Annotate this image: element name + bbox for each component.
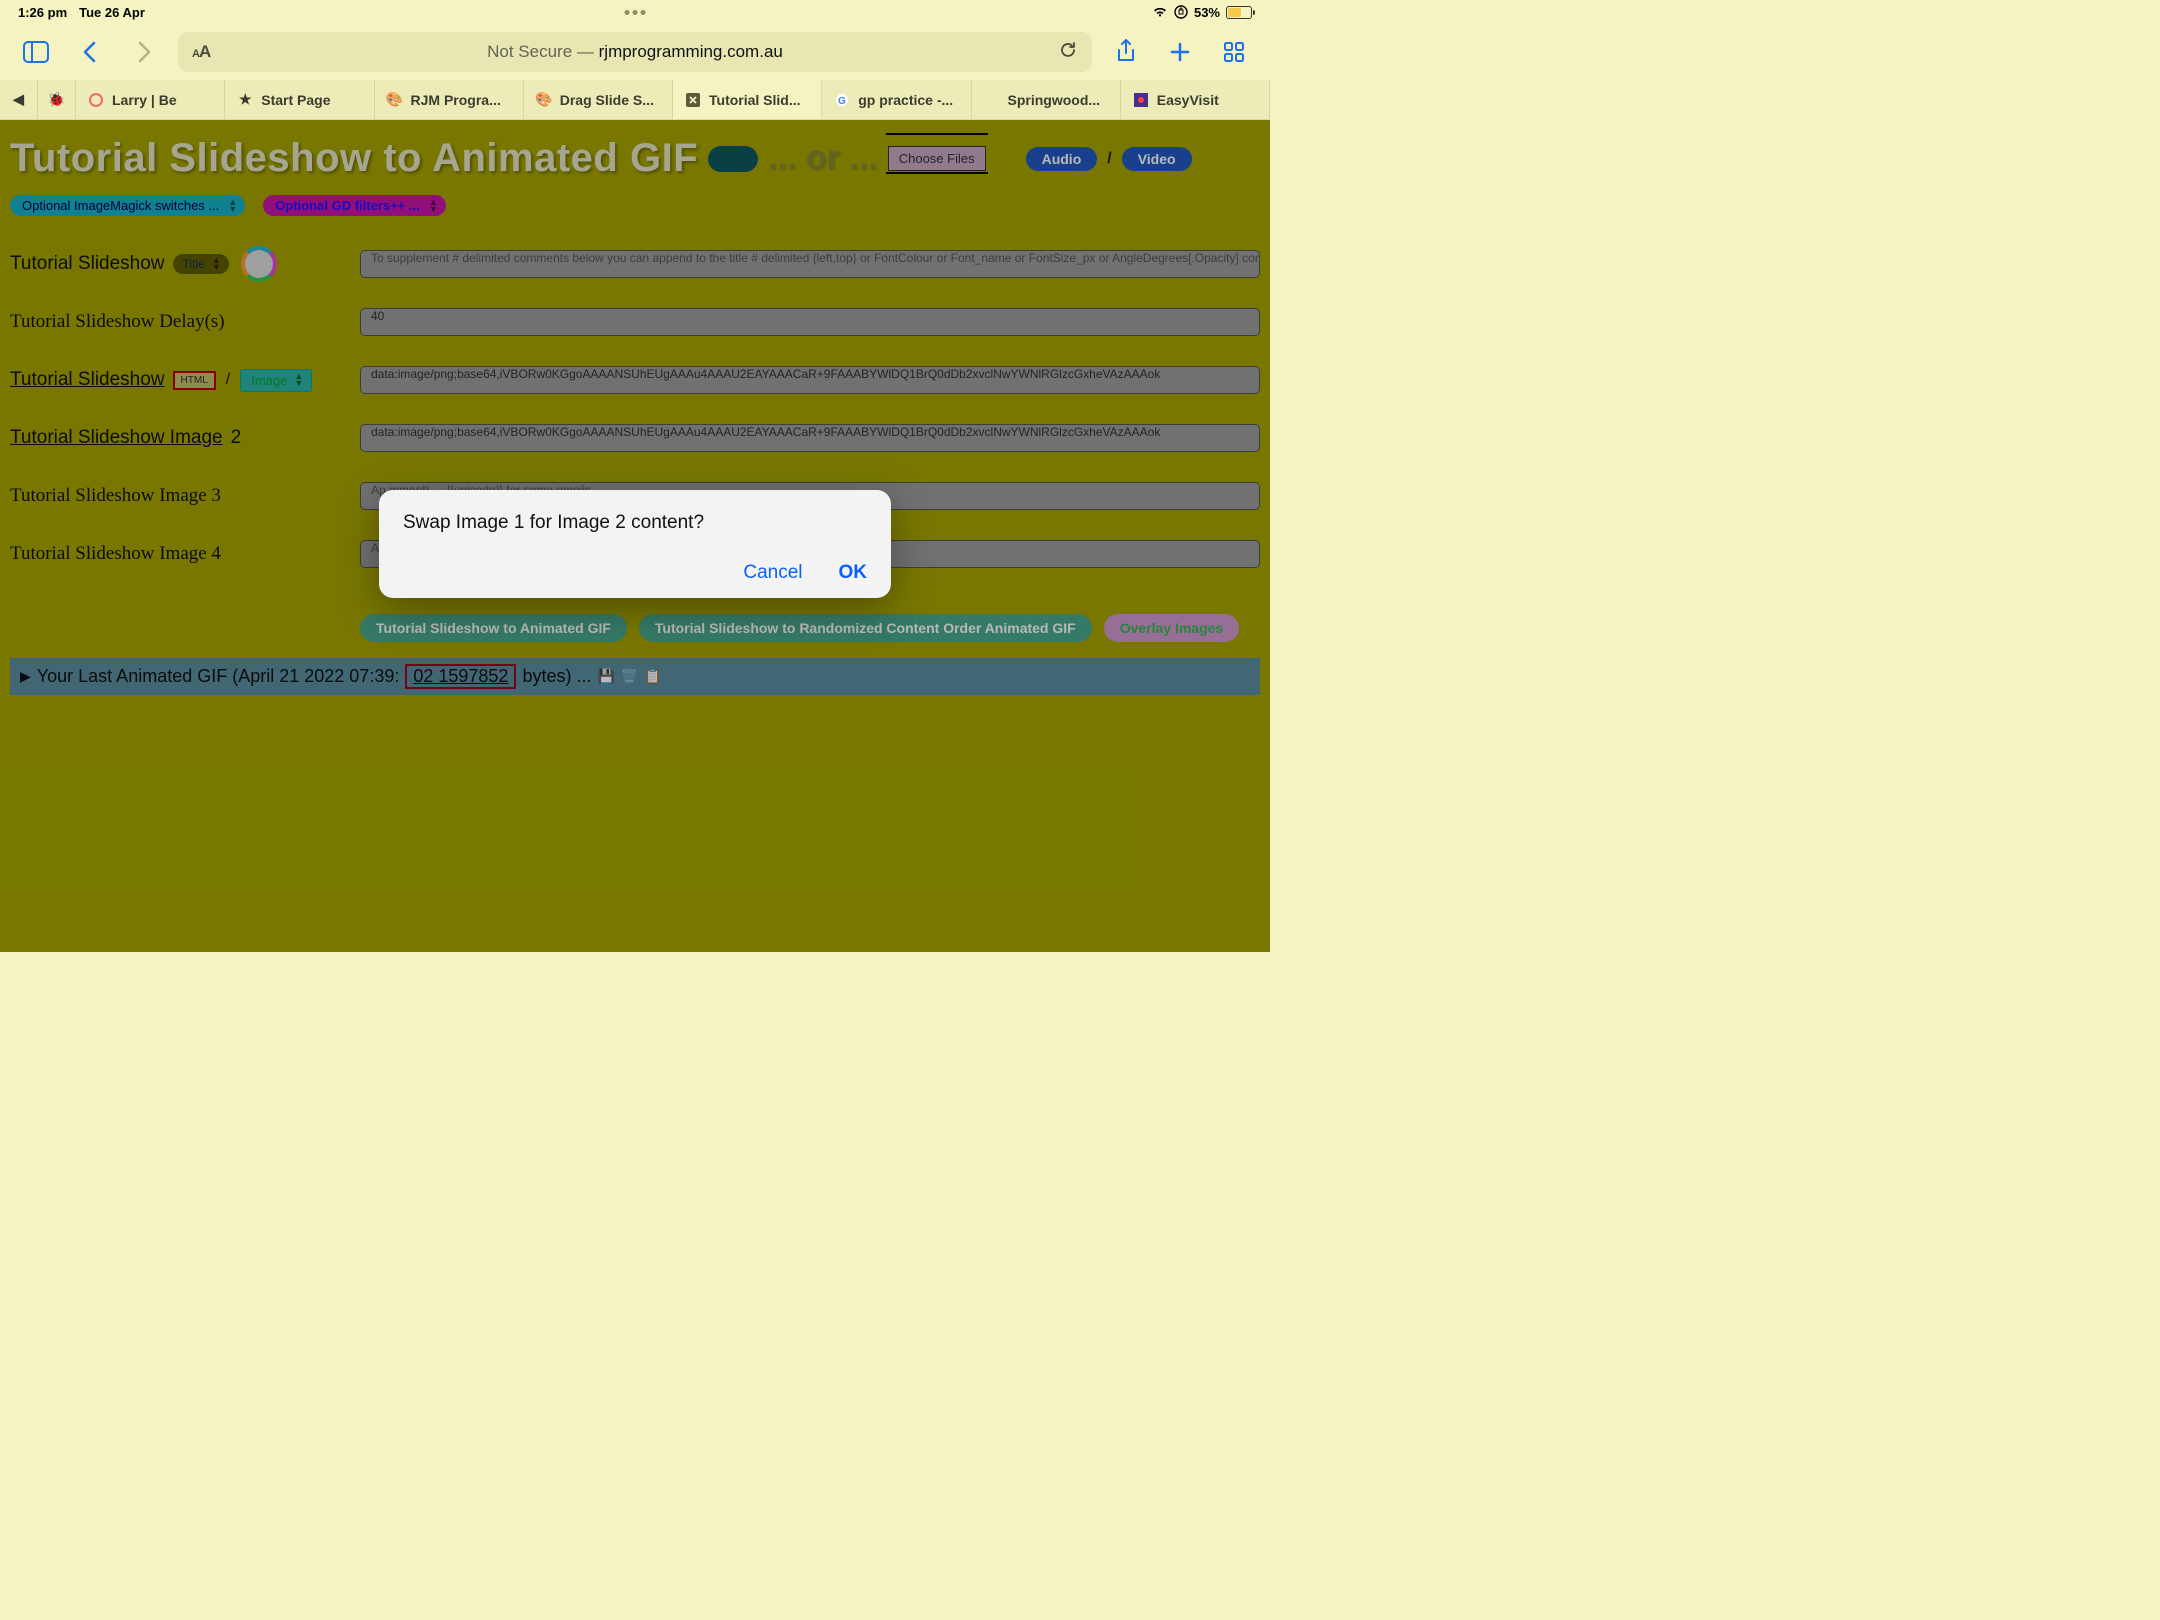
favicon-icon (88, 92, 104, 108)
orientation-lock-icon (1174, 5, 1188, 19)
url-bar[interactable]: AA Not Secure — rjmprogramming.com.au (178, 32, 1092, 72)
tab-item[interactable]: 🎨Drag Slide S... (524, 80, 673, 119)
tab-item-active[interactable]: Tutorial Slid... (673, 80, 822, 119)
cancel-button[interactable]: Cancel (743, 562, 802, 584)
tabs-overview-icon[interactable] (1214, 32, 1254, 72)
favicon-icon: 🎨 (387, 92, 403, 108)
tab-item[interactable]: ◀ (0, 80, 38, 119)
close-icon[interactable] (685, 92, 701, 108)
wifi-icon (1152, 6, 1168, 18)
star-icon: ★ (237, 92, 253, 108)
google-icon: G (834, 92, 850, 108)
battery-percent: 53% (1194, 5, 1220, 20)
new-tab-icon[interactable] (1160, 32, 1200, 72)
tab-strip: ◀ 🐞 Larry | Be ★Start Page 🎨RJM Progra..… (0, 80, 1270, 120)
apple-icon (984, 92, 1000, 108)
status-time: 1:26 pm (18, 5, 67, 20)
browser-toolbar: AA Not Secure — rjmprogramming.com.au (0, 24, 1270, 80)
tab-item[interactable]: 🐞 (38, 80, 76, 119)
favicon-icon: 🎨 (536, 92, 552, 108)
back-button[interactable] (70, 32, 110, 72)
ok-button[interactable]: OK (839, 562, 868, 584)
tab-item[interactable]: 🎨RJM Progra... (375, 80, 524, 119)
tab-item[interactable]: EasyVisit (1121, 80, 1270, 119)
sidebar-toggle-icon[interactable] (16, 32, 56, 72)
multitask-dots[interactable] (625, 10, 646, 15)
svg-text:G: G (838, 96, 846, 107)
tab-item[interactable]: Larry | Be (76, 80, 225, 119)
url-text: Not Secure — rjmprogramming.com.au (487, 42, 783, 62)
confirm-dialog: Swap Image 1 for Image 2 content? Cancel… (379, 490, 891, 598)
reload-icon[interactable] (1058, 40, 1078, 65)
dialog-message: Swap Image 1 for Image 2 content? (403, 512, 867, 534)
forward-button (124, 32, 164, 72)
battery-icon (1226, 6, 1252, 19)
tab-item[interactable]: ★Start Page (225, 80, 374, 119)
status-bar: 1:26 pm Tue 26 Apr 53% (0, 0, 1270, 24)
favicon-icon: ◀ (11, 92, 27, 108)
favicon-icon: 🐞 (49, 92, 65, 108)
tab-item[interactable]: Springwood... (972, 80, 1121, 119)
tab-item[interactable]: Ggp practice -... (822, 80, 971, 119)
favicon-icon (1133, 92, 1149, 108)
share-icon[interactable] (1106, 32, 1146, 72)
text-size-icon[interactable]: AA (192, 42, 210, 62)
status-date: Tue 26 Apr (79, 5, 145, 20)
